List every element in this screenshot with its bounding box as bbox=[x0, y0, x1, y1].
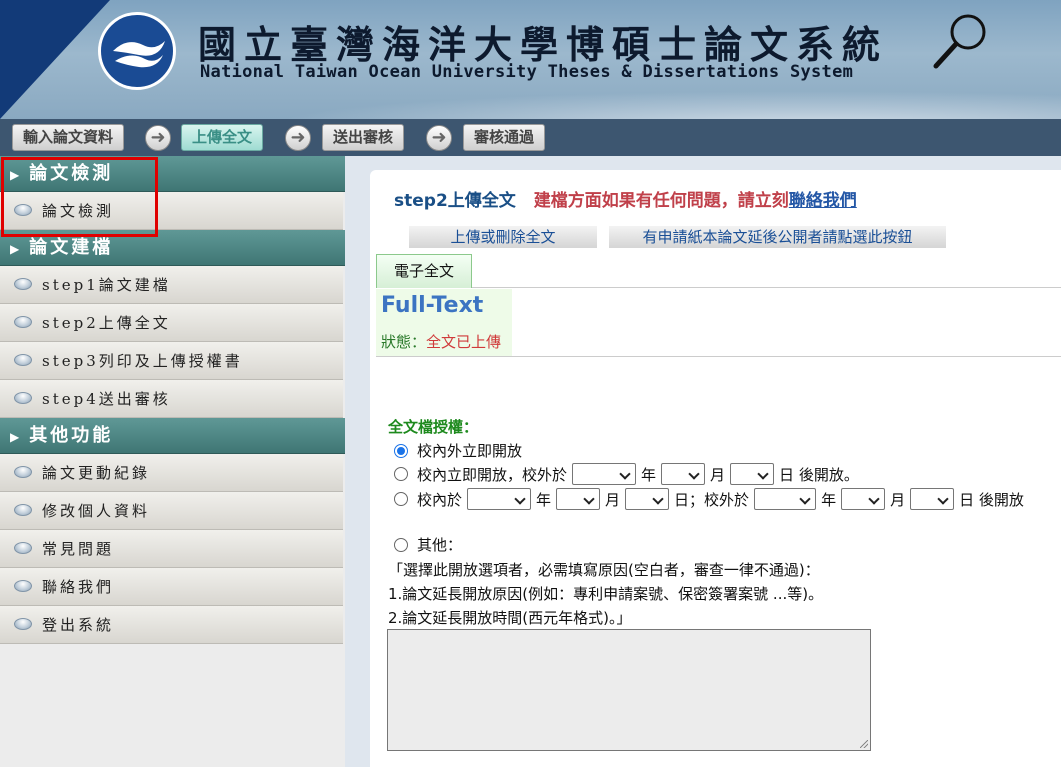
delay-publication-button[interactable]: 有申請紙本論文延後公開者請點選此按鈕 bbox=[609, 226, 946, 248]
sidebar-item-faq[interactable]: 常見問題 bbox=[0, 530, 343, 568]
note-line-3: 2.論文延長開放時間(西元年格式)。」 bbox=[388, 609, 632, 627]
sidebar: ▶ 論文檢測 論文檢測 ▶ 論文建檔 step1論文建檔 step2上傳全文 ste… bbox=[0, 156, 345, 767]
contact-us-link[interactable]: 聯絡我們 bbox=[789, 191, 857, 211]
sidebar-item-step2[interactable]: step2上傳全文 bbox=[0, 304, 343, 342]
site-title-en: National Taiwan Ocean University Theses … bbox=[200, 62, 854, 82]
site-title-zh: 國立臺灣海洋大學博碩士論文系統 bbox=[198, 22, 889, 67]
tab-electronic-fulltext[interactable]: 電子全文 bbox=[376, 254, 472, 288]
highlight-box bbox=[1, 157, 158, 237]
fulltext-title: Full-Text bbox=[381, 293, 484, 318]
status-badge: 全文已上傳 bbox=[426, 333, 502, 351]
triangle-right-icon: ▶ bbox=[10, 430, 20, 444]
select-month[interactable] bbox=[661, 463, 706, 485]
sidebar-item-step4[interactable]: step4送出審核 bbox=[0, 380, 343, 418]
sidebar-item-step1[interactable]: step1論文建檔 bbox=[0, 266, 343, 304]
notice-text: 建檔方面如果有任何問題，請立刻 bbox=[533, 191, 789, 211]
select-day[interactable] bbox=[730, 463, 775, 485]
progress-step-bar: 輸入論文資料 ➜ 上傳全文 ➜ 送出審核 ➜ 審核通過 bbox=[0, 119, 1061, 156]
bullet-icon bbox=[14, 618, 32, 630]
ntou-logo bbox=[98, 12, 176, 90]
sidebar-item-contact[interactable]: 聯絡我們 bbox=[0, 568, 343, 606]
magnifier-icon bbox=[930, 10, 992, 76]
bullet-icon bbox=[14, 278, 32, 290]
step-title: step2上傳全文 bbox=[394, 191, 516, 211]
radio-open-now[interactable] bbox=[394, 443, 408, 458]
tab-divider bbox=[472, 287, 1061, 288]
option-campus-now-row: 校內立即開放，校外於 年 月 日 後開放。 bbox=[394, 463, 859, 485]
option-other-row: 其他： bbox=[394, 534, 462, 555]
step-review-passed[interactable]: 審核通過 bbox=[463, 124, 546, 151]
select-external-day[interactable] bbox=[910, 488, 955, 510]
arrow-right-icon: ➜ bbox=[285, 125, 311, 151]
step-submit-review[interactable]: 送出審核 bbox=[322, 124, 405, 151]
bullet-icon bbox=[14, 466, 32, 478]
radio-campus-now[interactable] bbox=[394, 467, 408, 481]
note-line-2: 1.論文延長開放原因(例如：專利申請案號、保密簽署案號 ...等)。 bbox=[388, 585, 824, 603]
fulltext-panel: Full-Text 狀態：全文已上傳 bbox=[376, 289, 512, 356]
arrow-right-icon: ➜ bbox=[426, 125, 452, 151]
license-label: 全文檔授權： bbox=[388, 418, 479, 436]
select-external-month[interactable] bbox=[841, 488, 886, 510]
select-external-year[interactable] bbox=[754, 488, 817, 510]
header-corner-decoration bbox=[0, 0, 110, 119]
select-campus-year[interactable] bbox=[467, 488, 532, 510]
page-title: step2上傳全文 建檔方面如果有任何問題，請立刻聯絡我們 bbox=[394, 186, 857, 211]
option-delayed-row: 校內於 年 月 日；校外於 年 月 日 後開放 bbox=[394, 488, 1024, 510]
option-open-now-row: 校內外立即開放 bbox=[394, 440, 522, 461]
select-campus-month[interactable] bbox=[556, 488, 601, 510]
sidebar-section-other: ▶ 其他功能 bbox=[0, 418, 345, 454]
upload-delete-button[interactable]: 上傳或刪除全文 bbox=[409, 226, 597, 248]
triangle-right-icon: ▶ bbox=[10, 242, 20, 256]
sidebar-item-edit-profile[interactable]: 修改個人資料 bbox=[0, 492, 343, 530]
reason-textarea[interactable] bbox=[387, 629, 871, 751]
select-year[interactable] bbox=[572, 463, 637, 485]
bullet-icon bbox=[14, 504, 32, 516]
bullet-icon bbox=[14, 580, 32, 592]
step-input-thesis-data[interactable]: 輸入論文資料 bbox=[12, 124, 125, 151]
sidebar-item-logout[interactable]: 登出系統 bbox=[0, 606, 343, 644]
site-header: 國立臺灣海洋大學博碩士論文系統 National Taiwan Ocean Un… bbox=[0, 0, 1061, 119]
bullet-icon bbox=[14, 316, 32, 328]
radio-delayed[interactable] bbox=[394, 492, 408, 506]
sidebar-item-step3[interactable]: step3列印及上傳授權書 bbox=[0, 342, 343, 380]
main-content: step2上傳全文 建檔方面如果有任何問題，請立刻聯絡我們 上傳或刪除全文 有申請… bbox=[370, 170, 1061, 767]
bullet-icon bbox=[14, 354, 32, 366]
select-campus-day[interactable] bbox=[625, 488, 670, 510]
divider bbox=[376, 356, 1061, 357]
bullet-icon bbox=[14, 392, 32, 404]
sidebar-item-change-log[interactable]: 論文更動紀錄 bbox=[0, 454, 343, 492]
step-upload-fulltext[interactable]: 上傳全文 bbox=[181, 124, 264, 151]
note-line-1: 「選擇此開放選項者，必需填寫原因(空白者，審查一律不通過)： bbox=[388, 561, 820, 579]
fulltext-status: 狀態：全文已上傳 bbox=[381, 333, 502, 351]
bullet-icon bbox=[14, 542, 32, 554]
header-wave-background bbox=[180, 85, 1061, 119]
arrow-right-icon: ➜ bbox=[145, 125, 171, 151]
radio-other[interactable] bbox=[394, 537, 408, 552]
